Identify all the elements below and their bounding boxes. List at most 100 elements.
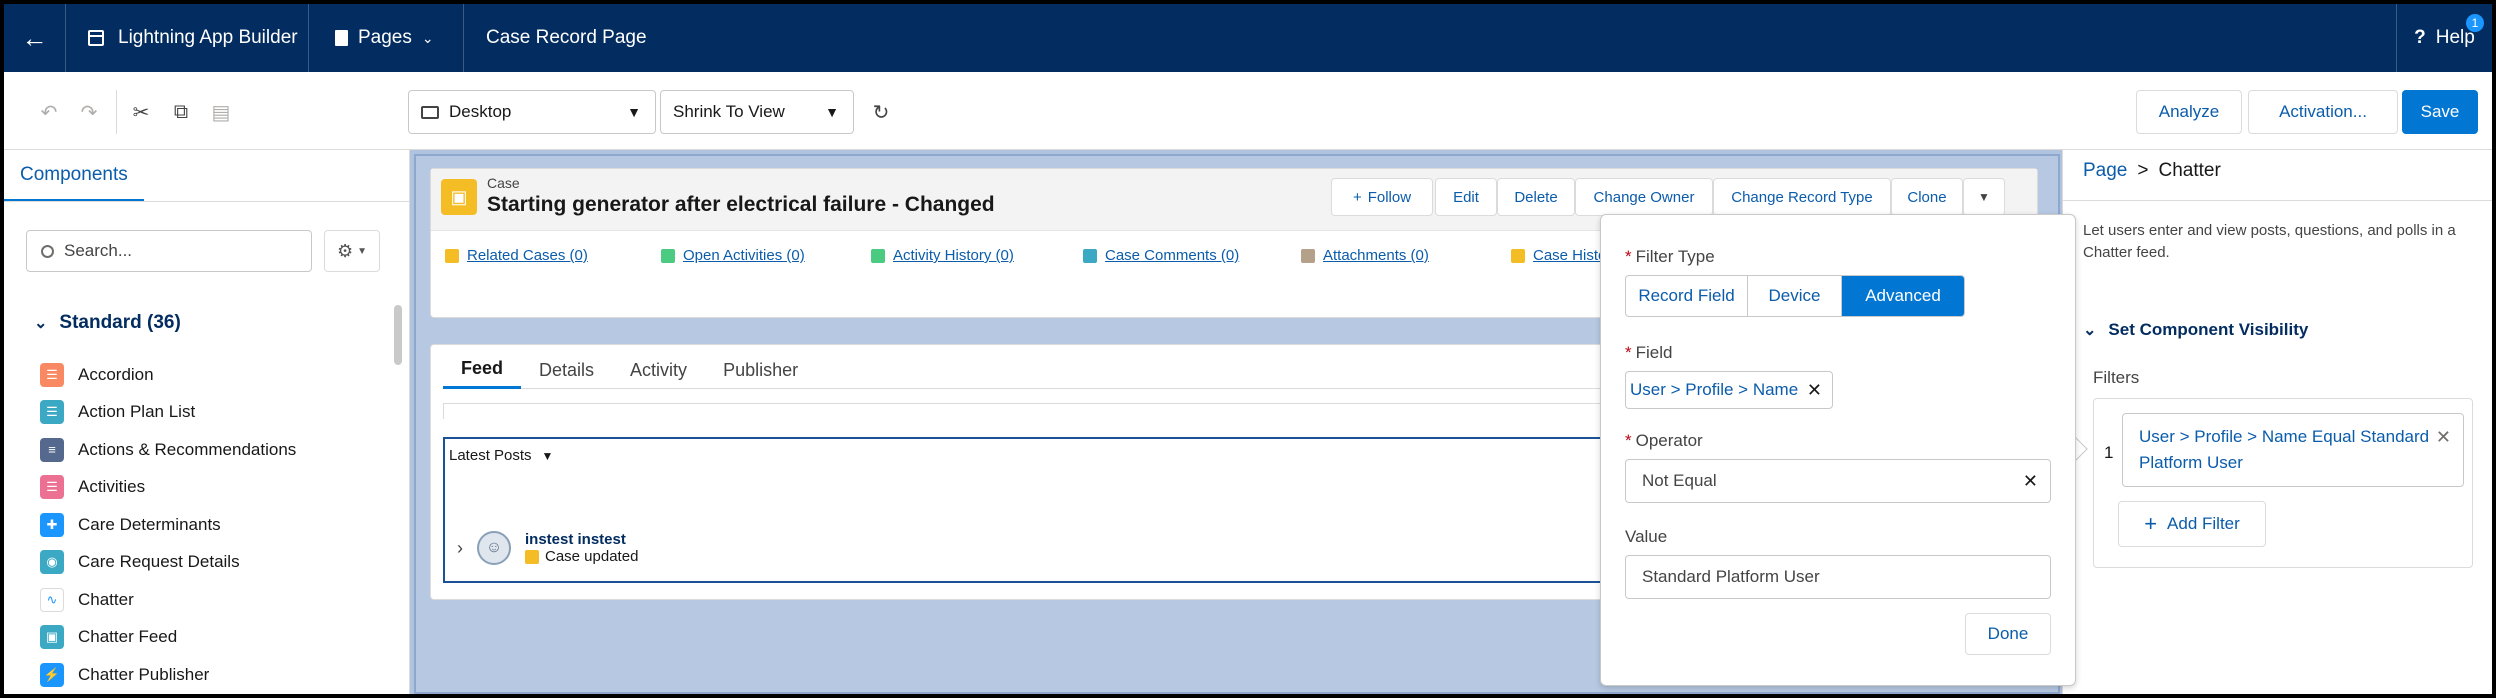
change-owner-button[interactable]: Change Owner	[1575, 178, 1713, 216]
tab-details[interactable]: Details	[521, 351, 612, 389]
tab-feed[interactable]: Feed	[443, 351, 522, 389]
cut-button[interactable]: ✂	[120, 94, 162, 130]
required-marker: *	[1625, 343, 1632, 362]
chevron-down-icon: ⌄	[34, 315, 48, 332]
close-icon[interactable]: ✕	[2023, 471, 2038, 492]
component-chatter-feed[interactable]: ▣ Chatter Feed	[40, 619, 296, 657]
gear-icon: ⚙	[336, 240, 354, 261]
operator-label: * Operator	[1625, 431, 1703, 451]
pages-menu[interactable]: Pages ⌄	[309, 4, 464, 72]
post-text-row: Case updated	[525, 548, 638, 565]
app-name-label: Lightning App Builder	[118, 27, 298, 48]
field-value: User > Profile > Name	[1630, 380, 1799, 399]
refresh-icon: ↻	[872, 101, 890, 124]
scissors-icon: ✂	[132, 101, 150, 124]
component-chatter-publisher[interactable]: ⚡ Chatter Publisher	[40, 656, 296, 694]
copy-button[interactable]: ⧉	[160, 94, 202, 130]
back-button[interactable]: ←	[4, 4, 66, 72]
redo-icon: ↷	[80, 101, 98, 124]
tab-activity[interactable]: Activity	[612, 351, 705, 389]
help-button[interactable]: ? Help 1	[2396, 4, 2492, 72]
feed-sort-menu[interactable]: Latest Posts ▼	[449, 447, 553, 464]
component-care-determinants[interactable]: ✚ Care Determinants	[40, 506, 296, 544]
chatter-icon: ∿	[40, 587, 64, 612]
component-accordion[interactable]: ☰ Accordion	[40, 356, 296, 394]
component-activities[interactable]: ☰ Activities	[40, 469, 296, 507]
care-request-icon: ◉	[40, 550, 64, 575]
caret-down-icon: ▼	[627, 104, 641, 120]
close-icon[interactable]: ✕	[2436, 424, 2451, 450]
breadcrumb-current: Chatter	[2158, 160, 2221, 181]
visibility-section-toggle[interactable]: ⌄ Set Component Visibility	[2083, 320, 2308, 340]
breadcrumb: Page > Chatter	[2083, 160, 2221, 182]
edit-button[interactable]: Edit	[1435, 178, 1497, 216]
component-actions-recommendations[interactable]: ≡ Actions & Recommendations	[40, 431, 296, 469]
case-icon	[525, 549, 539, 564]
caret-down-icon: ▼	[825, 104, 839, 120]
operator-combobox[interactable]: Not Equal ✕	[1625, 459, 2051, 503]
attachment-icon	[1301, 248, 1315, 263]
component-search-input[interactable]: Search...	[26, 230, 312, 272]
more-actions-button[interactable]: ▼	[1963, 178, 2005, 216]
related-link-open-activities[interactable]: Open Activities (0)	[661, 247, 805, 264]
chevron-down-icon: ⌄	[2083, 322, 2097, 339]
chatter-feed-selected[interactable]: Latest Posts ▼ › ☺ instest instest Case …	[443, 437, 1743, 583]
search-icon	[41, 244, 54, 258]
change-record-type-button[interactable]: Change Record Type	[1713, 178, 1891, 216]
caret-down-icon: ▼	[357, 245, 368, 257]
chevron-right-icon: ›	[457, 537, 463, 558]
tab-components[interactable]: Components	[4, 150, 144, 202]
related-link-case-comments[interactable]: Case Comments (0)	[1083, 247, 1239, 264]
related-link-cases[interactable]: Related Cases (0)	[445, 247, 588, 264]
chatter-feed-icon: ▣	[40, 625, 64, 650]
related-link-activity-history[interactable]: Activity History (0)	[871, 247, 1014, 264]
activation-button[interactable]: Activation...	[2248, 90, 2398, 134]
filter-text: User > Profile > Name Equal Standard Pla…	[2139, 427, 2430, 472]
done-button[interactable]: Done	[1965, 613, 2051, 655]
related-link-attachments[interactable]: Attachments (0)	[1301, 247, 1429, 264]
filter-type-device[interactable]: Device	[1748, 276, 1842, 316]
object-label: Case	[487, 175, 520, 191]
zoom-select-value: Shrink To View	[673, 102, 785, 121]
related-link-case-history[interactable]: Case Histo	[1511, 247, 1606, 264]
clone-button[interactable]: Clone	[1891, 178, 1963, 216]
value-input[interactable]: Standard Platform User	[1625, 555, 2051, 599]
follow-button[interactable]: + Follow	[1331, 178, 1433, 216]
filter-type-group: Record Field Device Advanced	[1625, 275, 1965, 317]
breadcrumb-page-link[interactable]: Page	[2083, 160, 2127, 182]
component-action-plan-list[interactable]: ☰ Action Plan List	[40, 394, 296, 432]
record-tabs: Feed Details Activity Publisher	[443, 351, 1703, 389]
redo-button[interactable]: ↷	[68, 94, 110, 130]
add-filter-button[interactable]: + Add Filter	[2118, 501, 2266, 547]
filter-pill[interactable]: User > Profile > Name Equal Standard Pla…	[2122, 413, 2464, 487]
feed-post[interactable]: › ☺ instest instest Case updated	[457, 531, 638, 565]
filter-popover: * Filter Type Record Field Device Advance…	[1600, 214, 2076, 686]
add-filter-label: Add Filter	[2167, 514, 2240, 533]
save-button[interactable]: Save	[2402, 90, 2478, 134]
app-name-link[interactable]: Lightning App Builder	[66, 4, 309, 72]
required-marker: *	[1625, 431, 1632, 450]
refresh-button[interactable]: ↻	[860, 94, 902, 130]
filter-type-record-field[interactable]: Record Field	[1626, 276, 1748, 316]
component-chatter[interactable]: ∿ Chatter	[40, 581, 296, 619]
follow-label: Follow	[1367, 188, 1412, 206]
paste-button[interactable]: ▤	[200, 94, 242, 130]
delete-button[interactable]: Delete	[1497, 178, 1575, 216]
analyze-button[interactable]: Analyze	[2136, 90, 2242, 134]
undo-icon: ↶	[40, 101, 58, 124]
zoom-select[interactable]: Shrink To View ▼	[660, 90, 854, 134]
component-care-request-details[interactable]: ◉ Care Request Details	[40, 544, 296, 582]
scrollbar[interactable]	[394, 305, 402, 365]
caret-down-icon: ▼	[1978, 190, 1990, 204]
field-pill[interactable]: User > Profile > Name ✕	[1625, 371, 1833, 409]
panel-divider	[2063, 200, 2492, 201]
device-select[interactable]: Desktop ▼	[408, 90, 656, 134]
close-icon[interactable]: ✕	[1807, 380, 1822, 401]
component-list: ☰ Accordion ☰ Action Plan List ≡ Actions…	[40, 356, 296, 694]
tab-publisher[interactable]: Publisher	[705, 351, 816, 389]
value-text: Standard Platform User	[1642, 567, 1820, 586]
undo-button[interactable]: ↶	[28, 94, 70, 130]
settings-menu-button[interactable]: ⚙ ▼	[324, 230, 380, 272]
standard-section-toggle[interactable]: ⌄ Standard (36)	[34, 312, 181, 334]
filter-type-advanced[interactable]: Advanced	[1842, 276, 1964, 316]
